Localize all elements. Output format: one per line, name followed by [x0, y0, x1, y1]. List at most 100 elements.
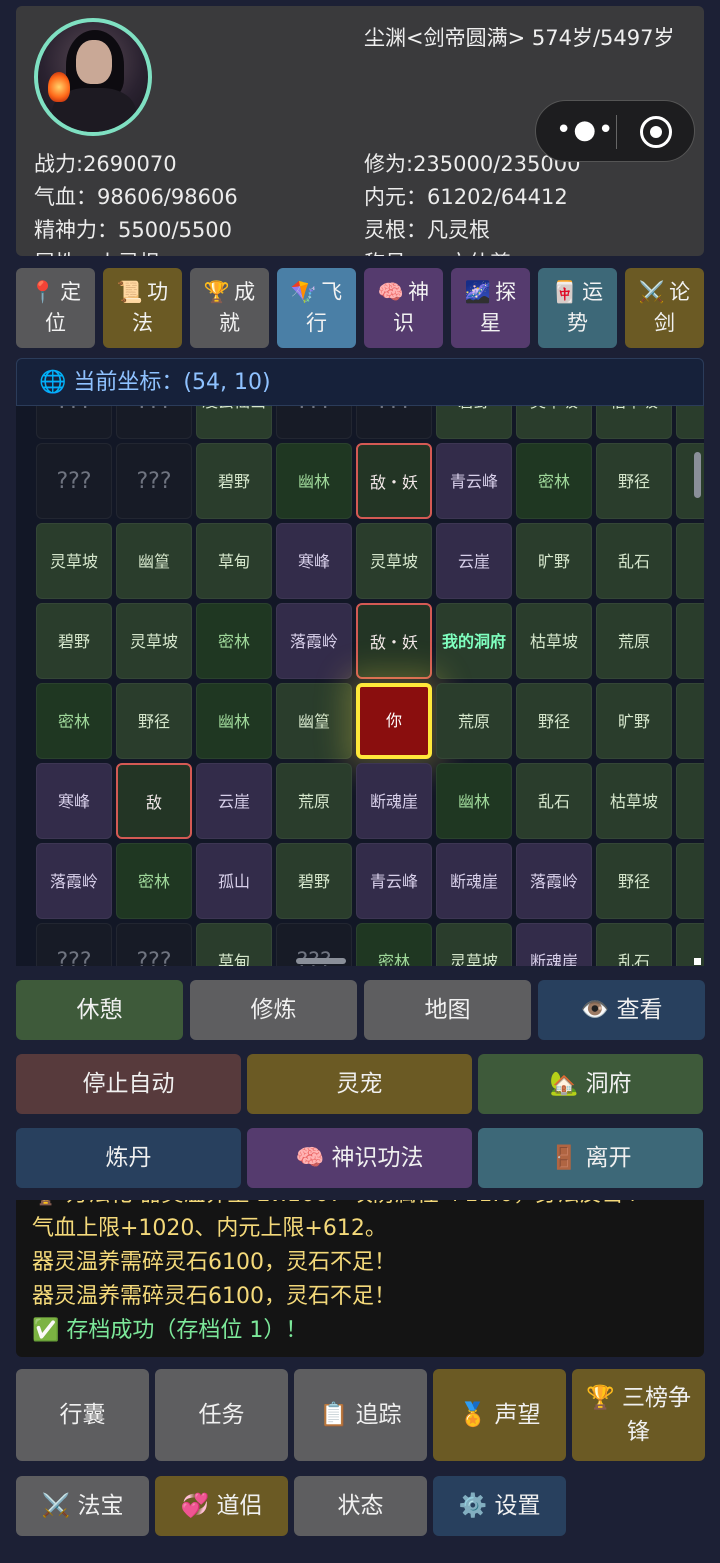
- function-button-4[interactable]: 🧠 神识: [364, 268, 443, 348]
- map-tile[interactable]: [676, 843, 704, 919]
- map-tile[interactable]: 落霞岭: [36, 843, 112, 919]
- map-horizontal-scrollbar[interactable]: [296, 958, 346, 964]
- action-button[interactable]: 炼丹: [16, 1128, 241, 1188]
- map-tile[interactable]: 碧野: [276, 843, 352, 919]
- map-tile[interactable]: 落霞岭: [516, 843, 592, 919]
- map-tile[interactable]: ???: [116, 923, 192, 966]
- map-tile[interactable]: 云崖: [196, 763, 272, 839]
- function-button-7[interactable]: ⚔️ 论剑: [625, 268, 704, 348]
- action-button[interactable]: 👁️ 查看: [538, 980, 705, 1040]
- map-tile[interactable]: ???: [36, 406, 112, 439]
- map-tile[interactable]: 青云峰: [356, 843, 432, 919]
- map-tile[interactable]: 灵草坡: [356, 523, 432, 599]
- map-tile[interactable]: 落霞岭: [276, 603, 352, 679]
- function-button-1[interactable]: 📜 功法: [103, 268, 182, 348]
- enemy-tile[interactable]: 敌・妖: [356, 443, 432, 519]
- map-tile[interactable]: 密林: [116, 843, 192, 919]
- map-tile[interactable]: [676, 603, 704, 679]
- map-tile[interactable]: 乱石: [516, 763, 592, 839]
- map-tile[interactable]: 荒原: [596, 603, 672, 679]
- map-tile[interactable]: [676, 683, 704, 759]
- menu-button[interactable]: ⚔️ 法宝: [16, 1476, 149, 1536]
- map-tile[interactable]: ???: [116, 443, 192, 519]
- map-tile[interactable]: 枯草坡: [596, 763, 672, 839]
- map-tile[interactable]: 密林: [36, 683, 112, 759]
- action-button[interactable]: 🧠 神识功法: [247, 1128, 472, 1188]
- function-button-0[interactable]: 📍 定位: [16, 268, 95, 348]
- map-tile[interactable]: 枯草坡: [596, 406, 672, 439]
- menu-button[interactable]: 任务: [155, 1369, 288, 1461]
- map-tile[interactable]: 断魂崖: [516, 923, 592, 966]
- map-tile[interactable]: 孤山: [196, 843, 272, 919]
- map-tile[interactable]: ???: [36, 443, 112, 519]
- map-tile[interactable]: 枯草坡: [516, 603, 592, 679]
- map-tile[interactable]: 灵草坡: [36, 523, 112, 599]
- function-button-6[interactable]: 🀄 运势: [538, 268, 617, 348]
- action-button[interactable]: 停止自动: [16, 1054, 241, 1114]
- map-tile[interactable]: 寒峰: [276, 523, 352, 599]
- map-tile[interactable]: 灵草坡: [516, 406, 592, 439]
- map-tile[interactable]: 野径: [596, 443, 672, 519]
- map-tile[interactable]: ???: [116, 406, 192, 439]
- function-button-3[interactable]: 🪁 飞行: [277, 268, 356, 348]
- map-tile[interactable]: 寒峰: [36, 763, 112, 839]
- map-tile[interactable]: 荒原: [436, 683, 512, 759]
- action-button[interactable]: 修炼: [190, 980, 357, 1040]
- map-tile[interactable]: 旷野: [516, 523, 592, 599]
- world-map[interactable]: ??????凌云仙山??????碧野灵草坡枯草坡??????碧野幽林敌・妖青云峰…: [16, 406, 704, 966]
- map-tile[interactable]: 碧野: [196, 443, 272, 519]
- action-button[interactable]: 🚪 离开: [478, 1128, 703, 1188]
- function-button-5[interactable]: 🌌 探星: [451, 268, 530, 348]
- player-tile[interactable]: 你: [356, 683, 432, 759]
- enemy-tile[interactable]: 敌: [116, 763, 192, 839]
- map-tile[interactable]: 野径: [516, 683, 592, 759]
- map-tile[interactable]: 荒原: [276, 763, 352, 839]
- map-tile[interactable]: 旷野: [596, 683, 672, 759]
- map-tile[interactable]: 碧野: [436, 406, 512, 439]
- action-button[interactable]: 灵宠: [247, 1054, 472, 1114]
- enemy-tile[interactable]: 敌・妖: [356, 603, 432, 679]
- menu-button[interactable]: 💞 道侣: [155, 1476, 288, 1536]
- action-button[interactable]: 🏡 洞府: [478, 1054, 703, 1114]
- map-vertical-scrollbar[interactable]: [694, 452, 701, 498]
- map-tile[interactable]: 幽林: [276, 443, 352, 519]
- map-tile[interactable]: 幽篁: [276, 683, 352, 759]
- action-button[interactable]: 地图: [364, 980, 531, 1040]
- map-tile[interactable]: [676, 406, 704, 439]
- map-tile[interactable]: ???: [36, 923, 112, 966]
- menu-button[interactable]: 状态: [294, 1476, 427, 1536]
- map-tile[interactable]: 断魂崖: [356, 763, 432, 839]
- close-icon[interactable]: [640, 116, 672, 148]
- map-tile[interactable]: 凌云仙山: [196, 406, 272, 439]
- map-tile[interactable]: ???: [276, 406, 352, 439]
- map-tile[interactable]: 草甸: [196, 923, 272, 966]
- menu-button[interactable]: 🏆 三榜争锋: [572, 1369, 705, 1461]
- message-log[interactable]: 🏆 万法化·器灵温养至 Lv.100：攻防属性 +11.0，身法反击+ 气血上限+…: [16, 1200, 704, 1357]
- action-button[interactable]: 休憩: [16, 980, 183, 1040]
- map-tile[interactable]: 青云峰: [436, 443, 512, 519]
- map-tile[interactable]: 断魂崖: [436, 843, 512, 919]
- home-tile[interactable]: 我的洞府: [436, 603, 512, 679]
- map-tile[interactable]: 幽林: [436, 763, 512, 839]
- character-avatar[interactable]: [34, 18, 152, 136]
- map-tile[interactable]: 密林: [516, 443, 592, 519]
- map-tile[interactable]: 灵草坡: [116, 603, 192, 679]
- menu-button[interactable]: 行囊: [16, 1369, 149, 1461]
- map-tile[interactable]: [676, 763, 704, 839]
- map-tile[interactable]: 野径: [116, 683, 192, 759]
- menu-button[interactable]: 📋 追踪: [294, 1369, 427, 1461]
- map-tile[interactable]: 密林: [356, 923, 432, 966]
- map-tile[interactable]: 乱石: [596, 523, 672, 599]
- function-button-2[interactable]: 🏆 成就: [190, 268, 269, 348]
- map-tile[interactable]: 幽林: [196, 683, 272, 759]
- map-tile[interactable]: 碧野: [36, 603, 112, 679]
- map-tile[interactable]: 野径: [596, 843, 672, 919]
- menu-button[interactable]: 🏅 声望: [433, 1369, 566, 1461]
- map-tile[interactable]: 云崖: [436, 523, 512, 599]
- menu-button[interactable]: ⚙️ 设置: [433, 1476, 566, 1536]
- map-tile[interactable]: 草: [676, 523, 704, 599]
- map-tile[interactable]: 密林: [196, 603, 272, 679]
- map-tile[interactable]: 幽篁: [116, 523, 192, 599]
- map-tile[interactable]: 灵草坡: [436, 923, 512, 966]
- map-tile[interactable]: 草甸: [196, 523, 272, 599]
